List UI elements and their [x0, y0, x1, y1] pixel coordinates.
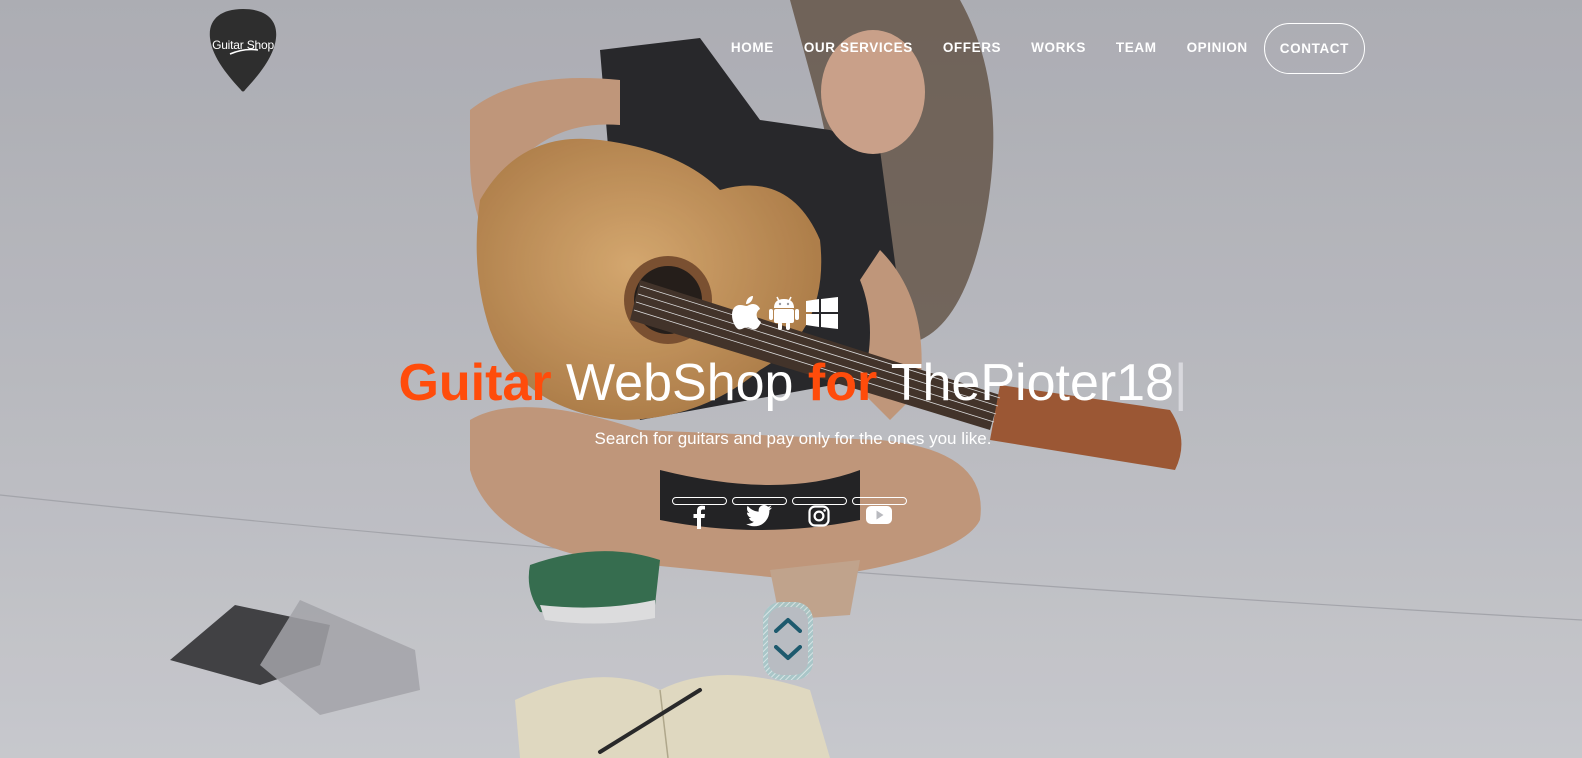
main-nav: HOME OUR SERVICES OFFERS WORKS TEAM OPIN… — [701, 22, 1365, 74]
hero-tagline: Search for guitars and pay only for the … — [594, 429, 992, 448]
social-underline-bar — [732, 497, 787, 505]
headline-word-guitar: Guitar — [398, 354, 552, 412]
nav-home[interactable]: HOME — [731, 40, 774, 55]
facebook-icon — [693, 505, 705, 529]
android-icon — [769, 296, 799, 330]
instagram-icon — [808, 505, 830, 527]
nav-our-services[interactable]: OUR SERVICES — [804, 40, 913, 55]
scroll-control[interactable] — [762, 601, 814, 681]
headline-word-webshop: WebShop — [551, 354, 808, 412]
apple-icon — [732, 296, 761, 330]
guitar-shop-logo[interactable]: Guitar Shop — [208, 8, 278, 92]
logo-text: Guitar Shop — [212, 38, 274, 52]
headline-word-name: ThePioter18 — [877, 354, 1175, 412]
nav-works[interactable]: WORKS — [1031, 40, 1086, 55]
youtube-icon — [866, 506, 892, 524]
twitter-icon — [746, 505, 772, 527]
instagram-link[interactable] — [792, 497, 847, 529]
youtube-link[interactable] — [852, 497, 907, 529]
chevron-up-icon[interactable] — [774, 617, 802, 633]
nav-team[interactable]: TEAM — [1116, 40, 1157, 55]
facebook-link[interactable] — [672, 497, 727, 529]
typing-cursor: | — [1174, 354, 1188, 412]
social-underline-bar — [792, 497, 847, 505]
hero-section: Guitar Shop HOME OUR SERVICES OFFERS WOR… — [0, 0, 1582, 758]
scroll-control-frame — [763, 602, 813, 680]
hero-headline: Guitar WebShop for ThePioter18| — [0, 350, 1582, 416]
windows-icon — [806, 297, 838, 329]
headline-word-for: for — [807, 354, 878, 412]
social-underline-bar — [672, 497, 727, 505]
nav-contact-button[interactable]: CONTACT — [1263, 22, 1365, 74]
platform-icons — [732, 296, 845, 330]
twitter-link[interactable] — [732, 497, 787, 529]
social-links — [672, 497, 912, 529]
nav-opinion[interactable]: OPINION — [1187, 40, 1248, 55]
nav-offers[interactable]: OFFERS — [943, 40, 1001, 55]
social-underline-bar — [852, 497, 907, 505]
chevron-down-icon[interactable] — [774, 645, 802, 661]
